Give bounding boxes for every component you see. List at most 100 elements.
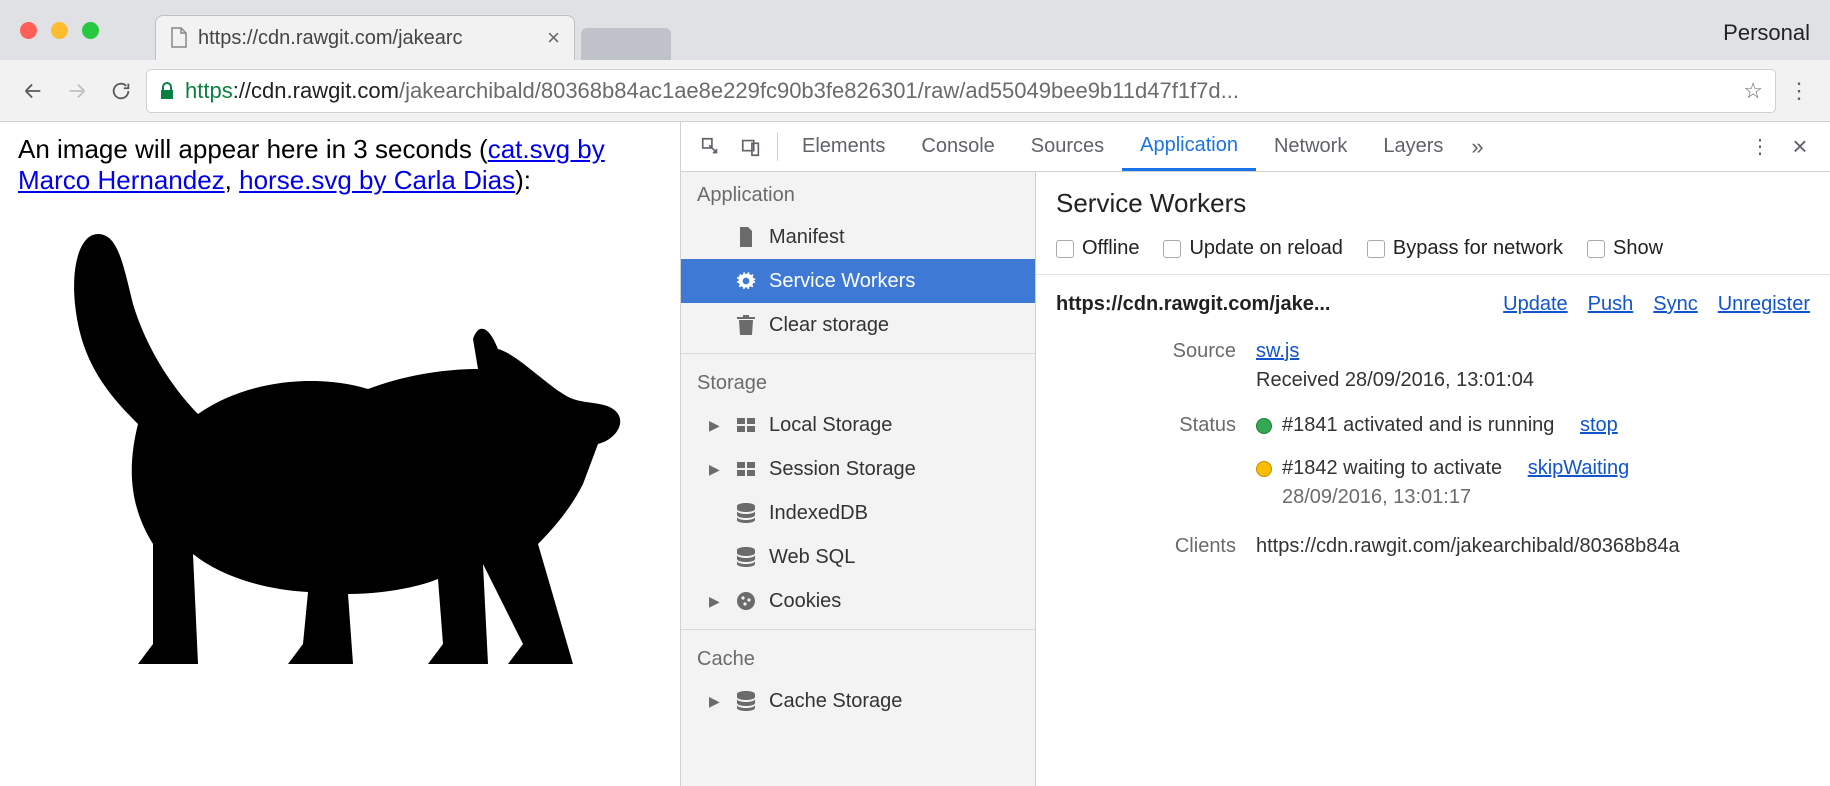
page-text-before: An image will appear here in 3 seconds (	[18, 134, 488, 164]
sidebar-item-indexeddb[interactable]: ▶ IndexedDB	[681, 491, 1035, 535]
back-button[interactable]	[14, 72, 52, 110]
sw-source-link[interactable]: sw.js	[1256, 340, 1299, 362]
url-protocol: https	[185, 78, 233, 104]
window-zoom-button[interactable]	[82, 22, 99, 39]
cookie-icon	[735, 591, 757, 611]
status-dot-active-icon	[1256, 418, 1272, 434]
tab-sources[interactable]: Sources	[1013, 122, 1122, 171]
sidebar-section-cache: Cache	[681, 636, 1035, 679]
sw-update-link[interactable]: Update	[1503, 293, 1568, 316]
sidebar-item-local-storage[interactable]: ▶ Local Storage	[681, 403, 1035, 447]
url-host: ://cdn.rawgit.com	[233, 78, 399, 104]
sidebar-item-web-sql[interactable]: ▶ Web SQL	[681, 535, 1035, 579]
devtools: Elements Console Sources Application Net…	[680, 122, 1830, 786]
bookmark-star-icon[interactable]: ☆	[1743, 78, 1763, 104]
page-text-sep: ,	[225, 165, 239, 195]
window-minimize-button[interactable]	[51, 22, 68, 39]
sw-source-received: Received 28/09/2016, 13:01:04	[1256, 369, 1810, 392]
trash-icon	[735, 315, 757, 335]
sw-push-link[interactable]: Push	[1588, 293, 1634, 316]
cat-image	[18, 204, 628, 684]
checkbox-label: Update on reload	[1189, 237, 1342, 260]
checkbox-label: Bypass for network	[1393, 237, 1563, 260]
tab-network[interactable]: Network	[1256, 122, 1365, 171]
sidebar-label: Local Storage	[769, 414, 892, 437]
page-text: An image will appear here in 3 seconds (…	[18, 134, 662, 196]
forward-button[interactable]	[58, 72, 96, 110]
sidebar-section-application: Application	[681, 172, 1035, 215]
devtools-close-button[interactable]: ×	[1780, 122, 1820, 171]
window-controls	[20, 22, 99, 39]
sidebar-label: Cache Storage	[769, 690, 902, 713]
sidebar-item-cookies[interactable]: ▶ Cookies	[681, 579, 1035, 623]
checkbox-label: Show	[1613, 237, 1663, 260]
sw-skipwaiting-link[interactable]: skipWaiting	[1528, 457, 1630, 480]
reload-button[interactable]	[102, 72, 140, 110]
sidebar-item-manifest[interactable]: ▶ Manifest	[681, 215, 1035, 259]
sw-unregister-link[interactable]: Unregister	[1718, 293, 1810, 316]
lock-icon	[159, 82, 175, 100]
sidebar-item-session-storage[interactable]: ▶ Session Storage	[681, 447, 1035, 491]
sidebar-section-storage: Storage	[681, 360, 1035, 403]
tab-title: https://cdn.rawgit.com/jakearc	[198, 27, 463, 50]
sidebar-label: Manifest	[769, 226, 845, 249]
inspect-element-icon[interactable]	[691, 122, 731, 171]
browser-menu-button[interactable]: ⋮	[1782, 78, 1816, 104]
more-tabs-button[interactable]: »	[1461, 122, 1493, 171]
database-icon	[735, 691, 757, 711]
new-tab-button[interactable]	[581, 28, 671, 60]
url-path: /jakearchibald/80368b84ac1ae8e229fc90b3f…	[399, 78, 1239, 104]
profile-label[interactable]: Personal	[1723, 20, 1810, 46]
table-icon	[735, 418, 757, 432]
address-bar[interactable]: https ://cdn.rawgit.com /jakearchibald/8…	[146, 69, 1776, 113]
panel-title: Service Workers	[1036, 184, 1830, 233]
file-icon	[170, 27, 188, 49]
database-icon	[735, 547, 757, 567]
browser-tabbar: https://cdn.rawgit.com/jakearc × Persona…	[0, 0, 1830, 60]
sidebar-item-clear-storage[interactable]: ▶ Clear storage	[681, 303, 1035, 347]
database-icon	[735, 503, 757, 523]
tab-layers[interactable]: Layers	[1365, 122, 1461, 171]
sw-status-2: #1842 waiting to activate	[1282, 457, 1502, 480]
sidebar-item-cache-storage[interactable]: ▶ Cache Storage	[681, 679, 1035, 723]
sidebar-label: Service Workers	[769, 270, 915, 293]
sw-scope: https://cdn.rawgit.com/jake...	[1056, 293, 1331, 316]
devtools-tabbar: Elements Console Sources Application Net…	[681, 122, 1830, 172]
sw-stop-link[interactable]: stop	[1580, 414, 1618, 437]
browser-toolbar: https ://cdn.rawgit.com /jakearchibald/8…	[0, 60, 1830, 122]
sidebar-label: Web SQL	[769, 546, 855, 569]
status-label: Status	[1056, 414, 1256, 509]
table-icon	[735, 462, 757, 476]
source-label: Source	[1056, 340, 1256, 392]
tab-close-button[interactable]: ×	[547, 25, 560, 51]
file-icon	[735, 227, 757, 247]
sidebar-label: IndexedDB	[769, 502, 868, 525]
window-close-button[interactable]	[20, 22, 37, 39]
clients-label: Clients	[1056, 535, 1256, 558]
offline-checkbox[interactable]: Offline	[1056, 237, 1139, 260]
device-toolbar-icon[interactable]	[731, 122, 771, 171]
bypass-for-network-checkbox[interactable]: Bypass for network	[1367, 237, 1563, 260]
sw-sync-link[interactable]: Sync	[1653, 293, 1697, 316]
tab-console[interactable]: Console	[903, 122, 1012, 171]
checkbox-label: Offline	[1082, 237, 1139, 260]
page-text-after: ):	[515, 165, 531, 195]
sidebar-item-service-workers[interactable]: ▶ Service Workers	[681, 259, 1035, 303]
webpage: An image will appear here in 3 seconds (…	[0, 122, 680, 786]
sw-status-2-time: 28/09/2016, 13:01:17	[1282, 486, 1810, 509]
sw-client-url: https://cdn.rawgit.com/jakearchibald/803…	[1256, 535, 1810, 558]
devtools-menu-button[interactable]: ⋮	[1740, 122, 1780, 171]
sidebar-label: Clear storage	[769, 314, 889, 337]
tab-application[interactable]: Application	[1122, 122, 1256, 171]
link-horse-svg[interactable]: horse.svg by Carla Dias	[239, 165, 515, 195]
sidebar-label: Session Storage	[769, 458, 916, 481]
status-dot-waiting-icon	[1256, 461, 1272, 477]
service-workers-panel: Service Workers Offline Update on reload…	[1036, 172, 1830, 786]
tab-elements[interactable]: Elements	[784, 122, 903, 171]
gear-icon	[735, 271, 757, 291]
application-sidebar: Application ▶ Manifest ▶ Service Workers…	[681, 172, 1036, 786]
update-on-reload-checkbox[interactable]: Update on reload	[1163, 237, 1342, 260]
show-all-checkbox[interactable]: Show	[1587, 237, 1663, 260]
sw-status-1: #1841 activated and is running	[1282, 414, 1554, 437]
browser-tab[interactable]: https://cdn.rawgit.com/jakearc ×	[155, 15, 575, 60]
